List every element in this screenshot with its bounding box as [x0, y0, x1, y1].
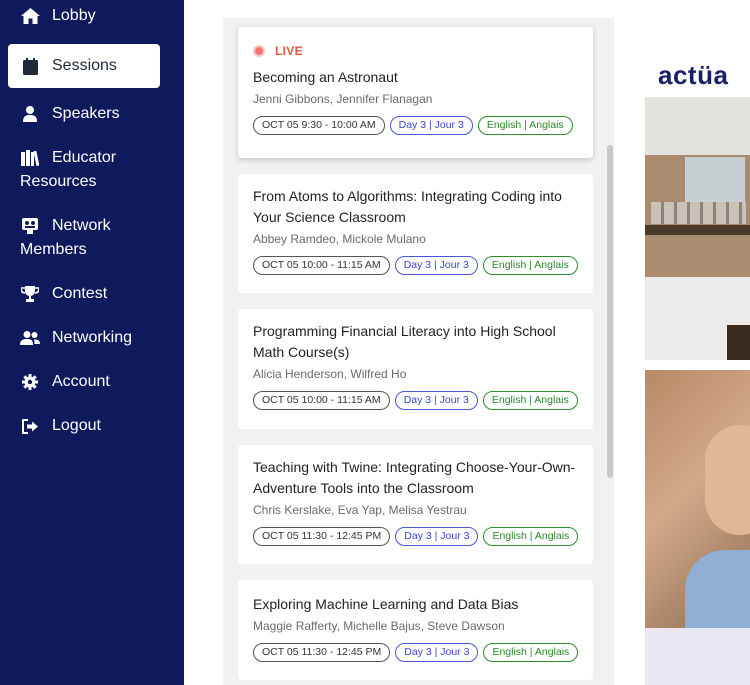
nav-item-network-members[interactable]: Network Members	[8, 214, 160, 262]
day-badge: Day 3 | Jour 3	[394, 256, 478, 275]
nav-label-line1: Educator	[52, 149, 117, 166]
trophy-icon	[20, 282, 40, 306]
nav-item-networking[interactable]: Networking	[8, 326, 160, 350]
session-title: Exploring Machine Learning and Data Bias	[253, 596, 519, 612]
time-badge: OCT 05 11:30 - 12:45 PM	[253, 643, 391, 662]
sidebar: Lobby Sessions Speakers Educator Resourc…	[0, 0, 184, 685]
session-title: Programming Financial Literacy into High…	[253, 323, 556, 360]
time-badge: OCT 05 9:30 - 10:00 AM	[253, 116, 385, 135]
nav-item-account[interactable]: Account	[8, 370, 160, 394]
session-card-live[interactable]: LIVE Becoming an Astronaut Jenni Gibbons…	[238, 27, 593, 158]
language-badge: English | Anglais	[482, 256, 578, 275]
users-icon	[20, 326, 40, 350]
live-label: LIVE	[275, 44, 303, 58]
calendar-check-icon	[20, 54, 40, 78]
classroom-photo	[645, 97, 750, 360]
nav-item-logout[interactable]: Logout	[8, 414, 160, 438]
nav-label: Networking	[52, 329, 133, 346]
nav-label: Speakers	[52, 105, 120, 122]
language-badge: English | Anglais	[477, 116, 573, 135]
person-icon	[20, 102, 40, 126]
gear-icon	[20, 370, 40, 394]
nav-label-line1: Network	[52, 217, 111, 234]
books-icon	[20, 146, 40, 170]
nav-label-line2: Resources	[20, 173, 97, 190]
session-speakers: Jenni Gibbons, Jennifer Flanagan	[253, 92, 433, 106]
session-speakers: Chris Kerslake, Eva Yap, Melisa Yestrau	[253, 503, 467, 517]
live-dot-icon	[253, 45, 265, 57]
nav-item-educator-resources[interactable]: Educator Resources	[8, 146, 160, 194]
nav-item-sessions[interactable]: Sessions	[8, 44, 160, 88]
session-title: Teaching with Twine: Integrating Choose-…	[253, 459, 576, 496]
session-speakers: Alicia Henderson, Wilfred Ho	[253, 367, 407, 381]
logout-icon	[20, 414, 40, 438]
speaker-photo	[645, 370, 750, 628]
session-title: From Atoms to Algorithms: Integrating Co…	[253, 188, 562, 225]
home-icon	[20, 4, 40, 28]
nav-label: Sessions	[52, 57, 117, 74]
nav-item-lobby[interactable]: Lobby	[8, 4, 160, 28]
session-card[interactable]: Exploring Machine Learning and Data Bias…	[238, 580, 593, 680]
session-card[interactable]: Teaching with Twine: Integrating Choose-…	[238, 445, 593, 564]
session-card[interactable]: Programming Financial Literacy into High…	[238, 309, 593, 429]
nav-label: Lobby	[52, 7, 96, 24]
live-indicator: LIVE	[253, 41, 578, 61]
session-speakers: Abbey Ramdeo, Mickole Mulano	[253, 232, 426, 246]
session-card[interactable]: From Atoms to Algorithms: Integrating Co…	[238, 174, 593, 293]
nav-item-contest[interactable]: Contest	[8, 282, 160, 306]
photo-backdrop	[645, 628, 750, 685]
actua-logo: actüa	[658, 60, 729, 90]
nav-label: Account	[52, 373, 110, 390]
session-list-scrollbar[interactable]	[607, 145, 613, 478]
language-badge: English | Anglais	[483, 527, 579, 546]
time-badge: OCT 05 10:00 - 11:15 AM	[253, 256, 390, 275]
day-badge: Day 3 | Jour 3	[395, 643, 479, 662]
time-badge: OCT 05 11:30 - 12:45 PM	[253, 527, 391, 546]
network-icon	[20, 214, 40, 238]
nav-label: Contest	[52, 285, 108, 302]
nav-label-line2: Members	[20, 241, 87, 258]
time-badge: OCT 05 10:00 - 11:15 AM	[253, 391, 390, 410]
nav-label: Logout	[52, 417, 101, 434]
nav-item-speakers[interactable]: Speakers	[8, 102, 160, 126]
day-badge: Day 3 | Jour 3	[394, 391, 478, 410]
session-title: Becoming an Astronaut	[253, 69, 398, 85]
language-badge: English | Anglais	[482, 391, 578, 410]
session-speakers: Maggie Rafferty, Michelle Bajus, Steve D…	[253, 619, 505, 633]
day-badge: Day 3 | Jour 3	[395, 527, 479, 546]
language-badge: English | Anglais	[483, 643, 579, 662]
day-badge: Day 3 | Jour 3	[389, 116, 473, 135]
